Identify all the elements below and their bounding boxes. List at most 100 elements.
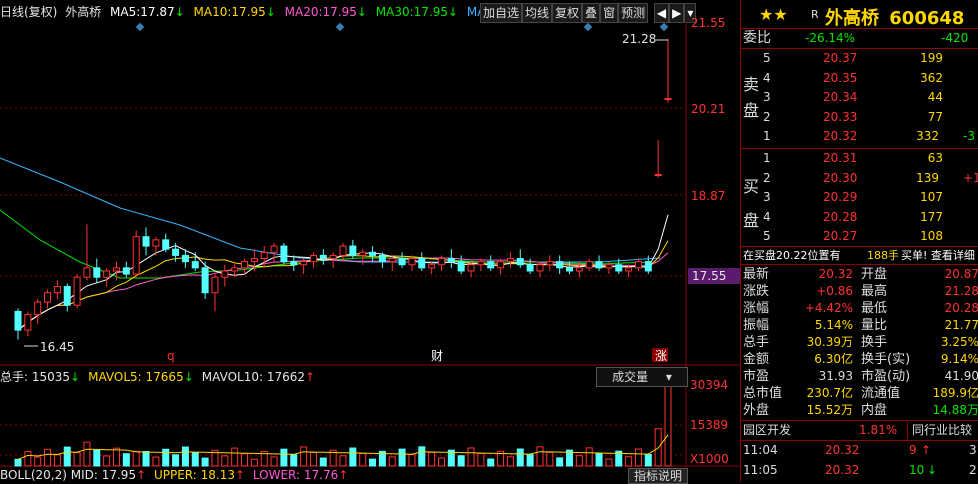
event-diamond-icon[interactable] xyxy=(335,22,345,32)
big-order-notice[interactable]: 在买盘20.22位置有 188手 买单! 查看详细 xyxy=(741,247,978,264)
compare-sector-button[interactable]: 同行业比较 xyxy=(907,422,972,439)
candle-body xyxy=(664,98,672,101)
ask-row[interactable]: 3 20.34 44 xyxy=(741,89,978,106)
volume-bar xyxy=(103,455,111,467)
candle-body xyxy=(566,267,574,272)
candle-body xyxy=(359,251,367,256)
volume-legend: 总手: 15035↓ MAVOL5: 17665↓ MAVOL10: 17662↑ xyxy=(0,368,315,385)
sector-name[interactable]: 园区开发 xyxy=(743,422,791,439)
stat-value: 9.14% xyxy=(940,352,978,366)
candle-body xyxy=(319,254,327,260)
bid-row[interactable]: 4 20.28 177 xyxy=(741,209,978,226)
volume-bar xyxy=(122,453,130,467)
quote-panel: ★★ R 外高桥 600648 委比 -26.14% -420 卖 盘 5 20.… xyxy=(740,0,978,482)
volume-bar xyxy=(546,451,554,467)
stat-row: 总手 30.39万 换手 3.25% xyxy=(741,334,978,351)
candle-body xyxy=(211,276,219,294)
kline-chart[interactable]: 21.55 20.21 18.87 30394 15389 X1000 q 财 涨 xyxy=(0,0,740,482)
boll-mid: BOLL(20,2) MID: 17.95 xyxy=(0,468,137,482)
stat-value: 5.14% xyxy=(814,318,853,332)
ask-row[interactable]: 5 20.37 199 xyxy=(741,50,978,67)
candle-body xyxy=(418,258,426,269)
rating-stars-icon: ★★ xyxy=(759,5,788,24)
candle-body xyxy=(329,254,337,260)
volume-bar xyxy=(290,454,298,467)
volume-bar xyxy=(339,455,347,467)
volume-bar xyxy=(162,448,170,467)
stat-value: 14.88万 xyxy=(932,403,978,417)
bid-row[interactable]: 1 20.31 63 xyxy=(741,150,978,167)
volume-legend-label: MAVOL10: xyxy=(201,370,267,384)
chart-area[interactable]: 日线(复权) 外高桥 MA5:17.87↓ MA10:17.95↓ MA20:1… xyxy=(0,0,740,484)
tick-row: 11:05 20.32 10 ↓ 2 xyxy=(741,462,978,479)
candle-body xyxy=(191,261,199,269)
volume-bar xyxy=(398,448,406,467)
event-diamond-icon[interactable] xyxy=(135,22,145,32)
candle-body xyxy=(644,261,652,272)
volume-bar xyxy=(369,458,377,467)
stat-label: 开盘 xyxy=(861,267,888,282)
volume-bar xyxy=(605,458,613,467)
candle-body xyxy=(309,254,317,263)
candle-body xyxy=(270,245,278,253)
bid-row[interactable]: 2 20.30 139 +10 xyxy=(741,170,978,187)
ask-level: 5 xyxy=(763,51,771,65)
volume-bar xyxy=(437,457,445,467)
volume-bar xyxy=(457,455,465,467)
event-marker[interactable]: 财 xyxy=(431,349,443,363)
stat-label: 振幅 xyxy=(743,318,770,333)
bid-volume: 139 xyxy=(916,170,939,185)
ask-volume: 332 xyxy=(916,129,939,143)
ask-row[interactable]: 4 20.35 362 xyxy=(741,70,978,87)
event-marker[interactable]: 涨 xyxy=(655,348,667,363)
volume-bar xyxy=(487,458,495,467)
candle-body xyxy=(24,314,32,331)
tick-extra: 2 xyxy=(969,463,977,477)
candle-body xyxy=(516,258,524,266)
volume-bar xyxy=(53,454,61,467)
ask-price: 20.32 xyxy=(823,129,858,143)
event-diamond-icon[interactable] xyxy=(583,22,593,32)
volume-bar xyxy=(93,449,101,467)
volume-bar xyxy=(319,457,327,467)
tick-direction-icon: ↑ xyxy=(921,443,932,457)
price-axis-label: 21.55 xyxy=(691,16,725,30)
candle-body xyxy=(201,267,209,294)
candle-body xyxy=(506,258,514,263)
candle-body xyxy=(112,267,120,272)
ask-volume: 77 xyxy=(927,109,943,124)
volume-bar xyxy=(181,446,189,467)
bid-level: 2 xyxy=(763,170,771,185)
candle-body xyxy=(625,267,633,272)
indicator-selector[interactable]: 成交量 ▾ xyxy=(596,367,688,387)
volume-bar xyxy=(516,448,524,467)
candle-body xyxy=(487,261,495,269)
ask-row[interactable]: 2 20.33 77 xyxy=(741,109,978,126)
bid-level: 1 xyxy=(763,151,771,165)
stat-row: 外盘 15.52万 内盘 14.88万 xyxy=(741,402,978,419)
bid-row[interactable]: 3 20.29 107 xyxy=(741,189,978,206)
ask-row[interactable]: 1 20.32 332 -3 xyxy=(741,128,978,145)
sector-row: 园区开发 1.81% 同行业比较 xyxy=(741,422,978,439)
boll-legend: BOLL(20,2) MID: 17.95↑ UPPER: 18.13↑ LOW… xyxy=(0,468,349,482)
stat-row: 涨跌 +0.86 最高 21.28 xyxy=(741,283,978,300)
volume-legend-value: 17665 xyxy=(145,370,184,384)
event-diamond-icon[interactable] xyxy=(659,22,669,32)
stat-value: 20.87 xyxy=(944,267,978,281)
bid-row[interactable]: 5 20.27 108 xyxy=(741,228,978,245)
tick-time: 11:05 xyxy=(743,463,778,477)
tick-row: 11:04 20.32 9 ↑ 3 xyxy=(741,442,978,459)
notice-link[interactable]: 买单! 查看详细 xyxy=(901,247,975,264)
candle-body xyxy=(83,267,91,278)
candle-body xyxy=(250,258,258,263)
stock-code: 600648 xyxy=(889,8,965,29)
volume-legend-value: 15035 xyxy=(31,370,71,384)
event-marker[interactable]: q xyxy=(167,349,175,363)
bid-price: 20.28 xyxy=(823,209,858,224)
volume-bar xyxy=(300,446,308,467)
stat-label: 最低 xyxy=(861,301,888,316)
volume-bar xyxy=(664,384,672,467)
candle-body xyxy=(34,301,42,316)
volume-axis-label: 30394 xyxy=(690,378,728,392)
notice-text: 在买盘20.22位置有 xyxy=(743,249,841,262)
